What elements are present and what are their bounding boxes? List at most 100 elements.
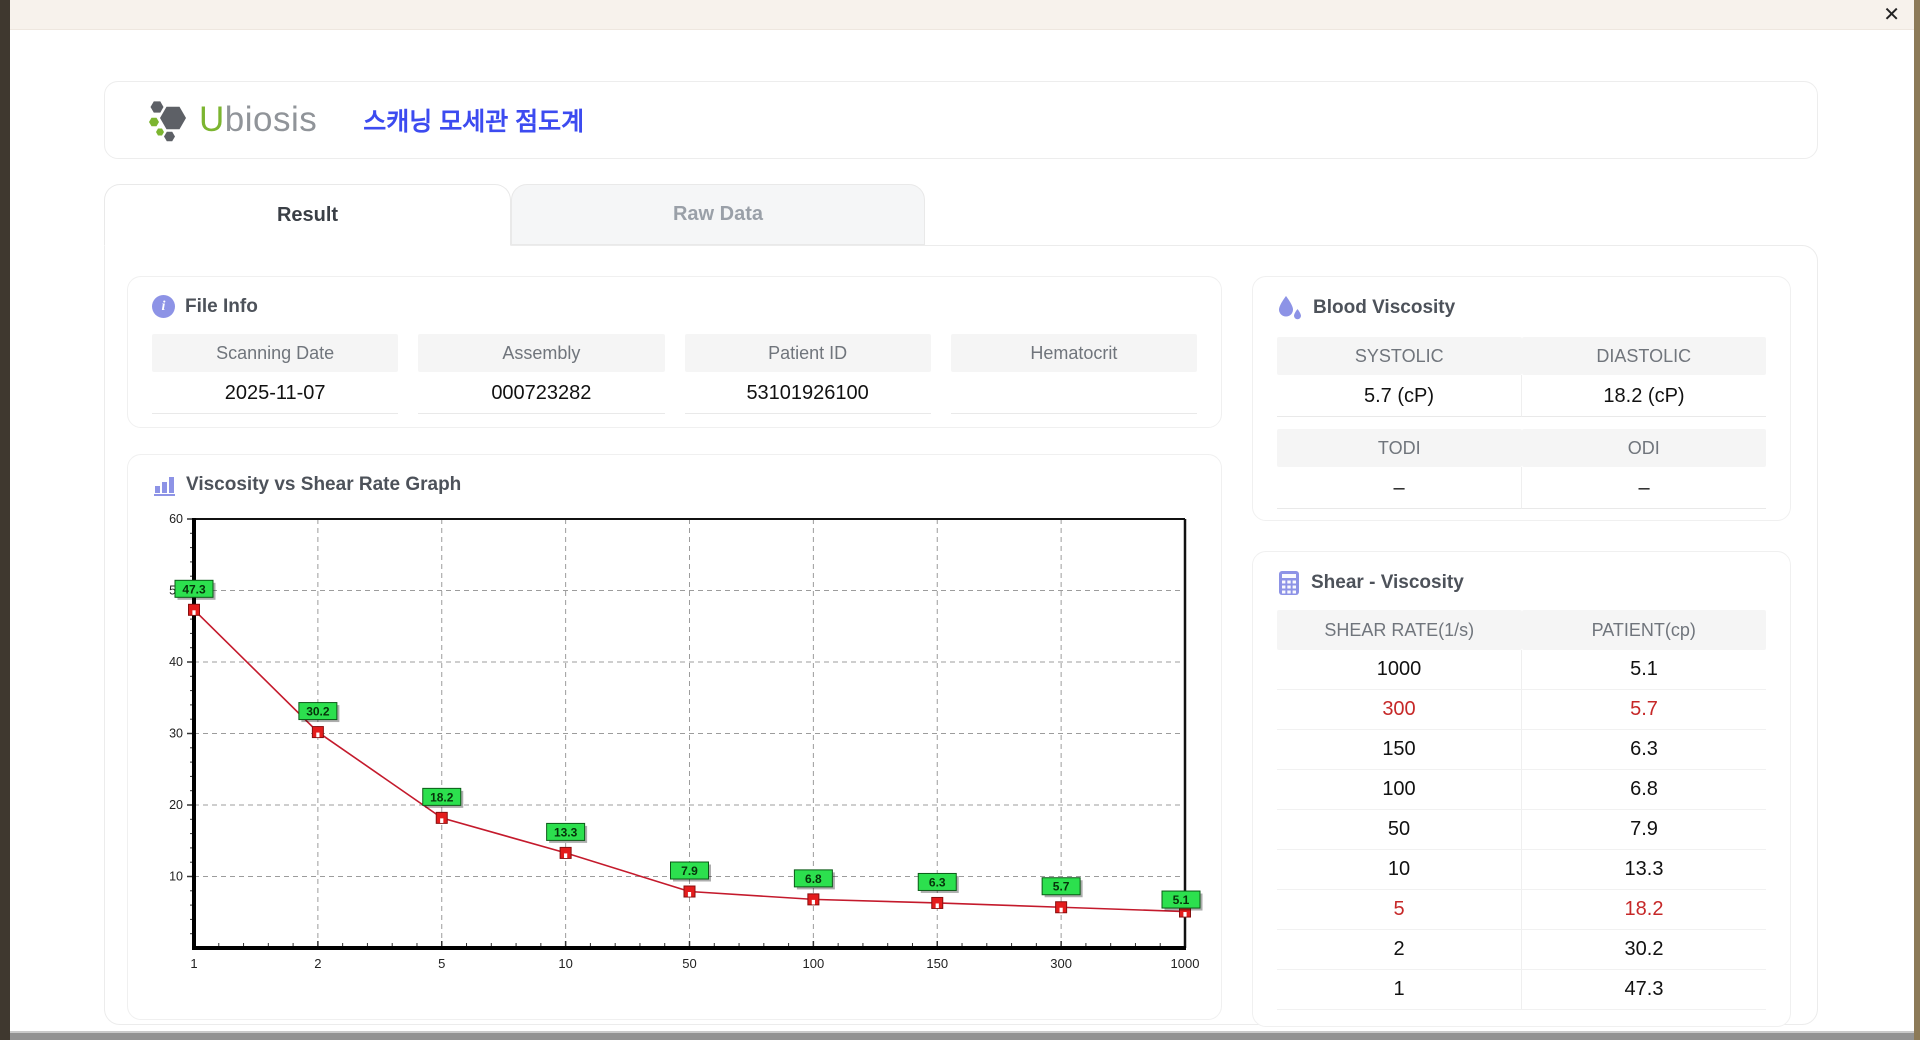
shear-viscosity-card: Shear - Viscosity SHEAR RATE(1/s) PATIEN… [1252,551,1791,1027]
left-column: i File Info Scanning Date 2025-11-07 Assem… [127,276,1222,1020]
shear-viscosity-title: Shear - Viscosity [1311,572,1464,593]
calculator-icon [1277,570,1301,596]
svg-text:6.3: 6.3 [929,875,946,889]
shear-rate-cell: 1 [1277,970,1522,1009]
window-bottom-edge [10,1031,1914,1040]
blood-viscosity-value-row: – – [1277,467,1766,509]
blood-viscosity-title: Blood Viscosity [1313,297,1456,318]
app-title: 스캐닝 모세관 점도계 [363,108,585,136]
logo: Ubiosis [147,98,317,142]
field-label: Hematocrit [950,334,1197,372]
svg-text:6.8: 6.8 [805,872,822,886]
field-value [950,372,1197,414]
patient-cp-cell: 5.7 [1630,698,1658,720]
metric-value: – [1522,467,1766,509]
metric-value: 5.7 (cP) [1277,375,1522,417]
metric-label: ODI [1521,429,1766,467]
svg-text:5.1: 5.1 [1173,893,1190,907]
shear-rate-cell: 50 [1277,810,1522,849]
svg-text:100: 100 [803,956,825,971]
svg-text:10: 10 [169,870,183,884]
blood-viscosity-table: SYSTOLIC DIASTOLIC 5.7 (cP) 18.2 (cP) TODI OD… [1277,337,1766,509]
blood-viscosity-header-row: TODI ODI [1277,429,1766,467]
shear-viscosity-table: SHEAR RATE(1/s) PATIENT(cp) 1000 5.1 300 5.… [1277,610,1766,1010]
file-info-title: File Info [185,295,258,317]
graph-title: Viscosity vs Shear Rate Graph [186,474,462,495]
shear-rate-column-header: SHEAR RATE(1/s) [1277,610,1522,650]
svg-text:60: 60 [169,512,183,526]
logo-text-rest: biosis [224,100,318,139]
patient-cp-cell: 5.1 [1630,658,1658,680]
patient-cp-cell: 6.8 [1630,778,1658,800]
table-row: 50 7.9 [1277,810,1766,850]
field-value: 53101926100 [684,372,931,414]
table-row: 5 18.2 [1277,890,1766,930]
patient-cp-cell: 6.3 [1630,738,1658,760]
field-value: 000723282 [418,372,665,414]
patient-cp-cell: 47.3 [1624,978,1664,1000]
metric-value: 18.2 (cP) [1522,375,1766,417]
shear-rate-cell: 100 [1277,770,1522,809]
svg-text:30: 30 [169,727,183,741]
blood-viscosity-header-row: SYSTOLIC DIASTOLIC [1277,337,1766,375]
file-info-field: Hematocrit [950,334,1197,414]
blood-viscosity-card: Blood Viscosity SYSTOLIC DIASTOLIC 5.7 (cP… [1252,276,1791,521]
file-info-card: i File Info Scanning Date 2025-11-07 Assem… [127,276,1222,428]
shear-rate-cell: 2 [1277,930,1522,969]
svg-text:7.9: 7.9 [681,864,698,878]
logo-text: Ubiosis [199,100,317,140]
window-titlebar: ✕ [10,0,1914,30]
patient-cp-cell: 30.2 [1624,938,1664,960]
field-value: 2025-11-07 [152,372,399,414]
svg-text:13.3: 13.3 [554,825,578,839]
shear-table-body: 1000 5.1 300 5.7 150 6.3 100 6.8 50 7.9 10 13.3 5 18.… [1277,650,1766,1010]
tab-result-label: Result [276,203,339,226]
patient-cp-cell: 13.3 [1624,858,1664,880]
svg-text:40: 40 [169,655,183,669]
field-label: Patient ID [684,334,931,372]
metric-label: DIASTOLIC [1521,337,1766,375]
svg-text:150: 150 [926,956,948,971]
svg-text:18.2: 18.2 [430,790,454,804]
table-row: 1 47.3 [1277,970,1766,1010]
svg-text:1000: 1000 [1171,956,1200,971]
tab-raw-data[interactable]: Raw Data [511,184,925,245]
graph-card: Viscosity vs Shear Rate Graph 10 20 30 40 50… [127,454,1222,1020]
table-row: 2 30.2 [1277,930,1766,970]
close-icon[interactable]: ✕ [1883,3,1900,27]
file-info-field: Assembly 000723282 [418,334,665,414]
desktop-edge-right [1914,0,1920,1040]
table-row: 1000 5.1 [1277,650,1766,690]
svg-text:20: 20 [169,798,183,812]
blood-viscosity-value-row: 5.7 (cP) 18.2 (cP) [1277,375,1766,417]
desktop-edge-left [0,0,10,1040]
shear-rate-cell: 300 [1277,690,1522,729]
table-row: 10 13.3 [1277,850,1766,890]
tab-result[interactable]: Result [104,184,511,246]
header: Ubiosis 스캐닝 모세관 점도계 [104,81,1818,159]
svg-text:5.7: 5.7 [1053,880,1070,894]
patient-cp-cell: 7.9 [1630,818,1658,840]
svg-text:2: 2 [314,956,321,971]
svg-text:10: 10 [558,956,572,971]
tab-raw-data-label: Raw Data [672,203,764,225]
svg-text:1: 1 [190,956,197,971]
right-column: Blood Viscosity SYSTOLIC DIASTOLIC 5.7 (cP… [1252,276,1791,1027]
table-row: 300 5.7 [1277,690,1766,730]
result-panel: i File Info Scanning Date 2025-11-07 Assem… [104,245,1818,1027]
shear-rate-cell: 5 [1277,890,1522,929]
file-info-field: Scanning Date 2025-11-07 [152,334,399,414]
field-label: Assembly [418,334,665,372]
patient-cp-cell: 18.2 [1624,898,1664,920]
table-row: 150 6.3 [1277,730,1766,770]
metric-value: – [1277,467,1522,509]
svg-text:50: 50 [682,956,696,971]
svg-text:300: 300 [1050,956,1072,971]
svg-text:5: 5 [438,956,445,971]
logo-text-u: U [199,100,225,139]
info-icon: i [152,295,175,318]
shear-rate-cell: 10 [1277,850,1522,889]
screen: ✕ Ubiosis 스캐닝 모세관 점도계 Result Raw Data i … [0,0,1920,1040]
viscosity-chart: 1020304050601251050100150300100047.330.2… [152,507,1203,977]
shear-rate-cell: 1000 [1277,650,1522,689]
